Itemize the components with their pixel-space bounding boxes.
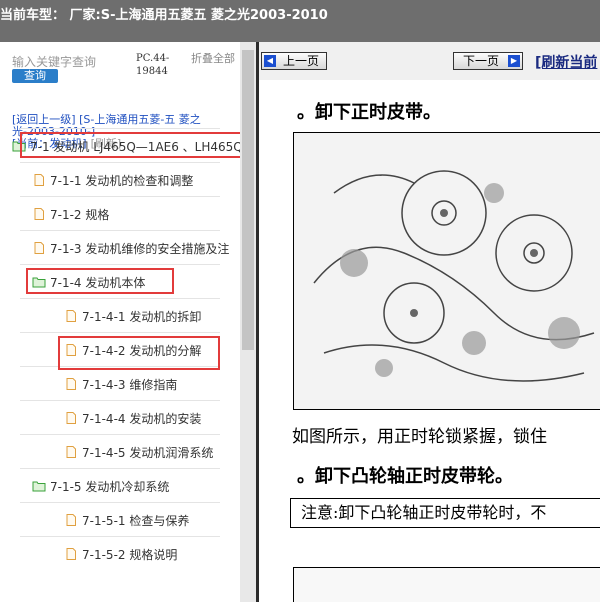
prev-page-button[interactable]: ◀ 上一页 <box>261 52 327 70</box>
tree-separator <box>20 468 220 469</box>
tree-item-install[interactable]: 7-1-4-4 发动机的安装 <box>64 408 201 428</box>
tree-item-inspection[interactable]: 7-1-1 发动机的检查和调整 <box>32 170 193 190</box>
tree-item-removal[interactable]: 7-1-4-1 发动机的拆卸 <box>64 306 201 326</box>
tree-separator <box>20 196 220 197</box>
section-heading-2: 。卸下凸轮轴正时皮带轮。 <box>297 466 513 487</box>
highlight-box <box>20 132 240 158</box>
scrollbar-thumb[interactable] <box>242 50 254 350</box>
search-input[interactable] <box>12 54 130 70</box>
tree-item-label: 7-1-3 发动机维修的安全措施及注 <box>50 241 230 256</box>
tree-separator <box>20 400 220 401</box>
tree-item-label: 7-1-1 发动机的检查和调整 <box>50 173 194 188</box>
tree-item-label: 7-1-4-3 维修指南 <box>82 377 178 392</box>
tree-separator <box>20 434 220 435</box>
window-title: 当前车型： 厂家:S-上海通用五菱五 菱之光2003-2010 <box>0 8 328 23</box>
folder-open-icon <box>32 480 46 492</box>
arrow-left-icon: ◀ <box>264 55 276 67</box>
tree-separator <box>20 332 220 333</box>
arrow-right-icon: ▶ <box>508 55 520 67</box>
refresh-current-link[interactable]: [刷新当前 <box>535 52 597 72</box>
tree-separator <box>20 230 220 231</box>
tree-item-label: 7-1-5-1 检查与保养 <box>82 513 190 528</box>
document-icon <box>64 310 78 322</box>
tree-item-label: 7-1-4-4 发动机的安装 <box>82 411 202 426</box>
tree-separator <box>20 162 220 163</box>
document-icon <box>32 174 46 186</box>
tree-item-lubrication[interactable]: 7-1-4-5 发动机润滑系统 <box>64 442 213 462</box>
document-viewer: ◀ 上一页 下一页 ▶ [刷新当前 。卸下正时皮带。 如图所示，用正时轮锁紧握，… <box>259 42 600 602</box>
tree-item-label: 7-1-2 规格 <box>50 207 110 222</box>
tree-item-cooling[interactable]: 7-1-5 发动机冷却系统 <box>32 476 169 496</box>
search-button[interactable]: 查询 <box>12 69 58 83</box>
document-icon <box>64 514 78 526</box>
document-icon <box>64 446 78 458</box>
tree-separator <box>20 264 220 265</box>
note-box: 注意:卸下凸轮轴正时皮带轮时，不 <box>290 498 600 528</box>
tree-separator <box>20 298 220 299</box>
title-bar: 当前车型： 厂家:S-上海通用五菱五 菱之光2003-2010 <box>0 0 600 42</box>
tree-item-safety[interactable]: 7-1-3 发动机维修的安全措施及注 <box>32 238 229 258</box>
doc-toolbar: ◀ 上一页 下一页 ▶ [刷新当前 <box>259 42 600 80</box>
tree-separator <box>20 128 220 129</box>
tree-item-label: 7-1-4-1 发动机的拆卸 <box>82 309 202 324</box>
tree-item-spec-notes[interactable]: 7-1-5-2 规格说明 <box>64 544 177 564</box>
engine-illustration <box>294 133 600 409</box>
tree-item-check-service[interactable]: 7-1-5-1 检查与保养 <box>64 510 189 530</box>
second-figure <box>293 567 600 602</box>
section-heading-1: 。卸下正时皮带。 <box>297 102 441 123</box>
fold-all-button[interactable]: 折叠全部 <box>191 52 240 65</box>
document-icon <box>64 378 78 390</box>
left-panel: 查询 PC.44-19844 折叠全部 [返回上一级] [S-上海通用五菱-五 … <box>0 42 240 602</box>
document-icon <box>32 208 46 220</box>
tree-item-label: 7-1-5-2 规格说明 <box>82 547 178 562</box>
tree-separator <box>20 502 220 503</box>
document-icon <box>64 548 78 560</box>
highlight-box <box>26 268 174 294</box>
scrollbar[interactable] <box>240 42 256 602</box>
tree-item-specs[interactable]: 7-1-2 规格 <box>32 204 109 224</box>
engine-figure <box>293 132 600 410</box>
document-icon <box>32 242 46 254</box>
model-code: PC.44-19844 <box>136 53 170 77</box>
instruction-paragraph: 如图所示，用正时轮锁紧握，锁住 <box>292 427 547 447</box>
tree-item-label: 7-1-5 发动机冷却系统 <box>50 479 170 494</box>
tree-separator <box>20 536 220 537</box>
next-page-button[interactable]: 下一页 ▶ <box>453 52 523 70</box>
highlight-box <box>58 336 220 370</box>
tree-item-label: 7-1-4-5 发动机润滑系统 <box>82 445 214 460</box>
tree-item-maintenance[interactable]: 7-1-4-3 维修指南 <box>64 374 177 394</box>
document-icon <box>64 412 78 424</box>
